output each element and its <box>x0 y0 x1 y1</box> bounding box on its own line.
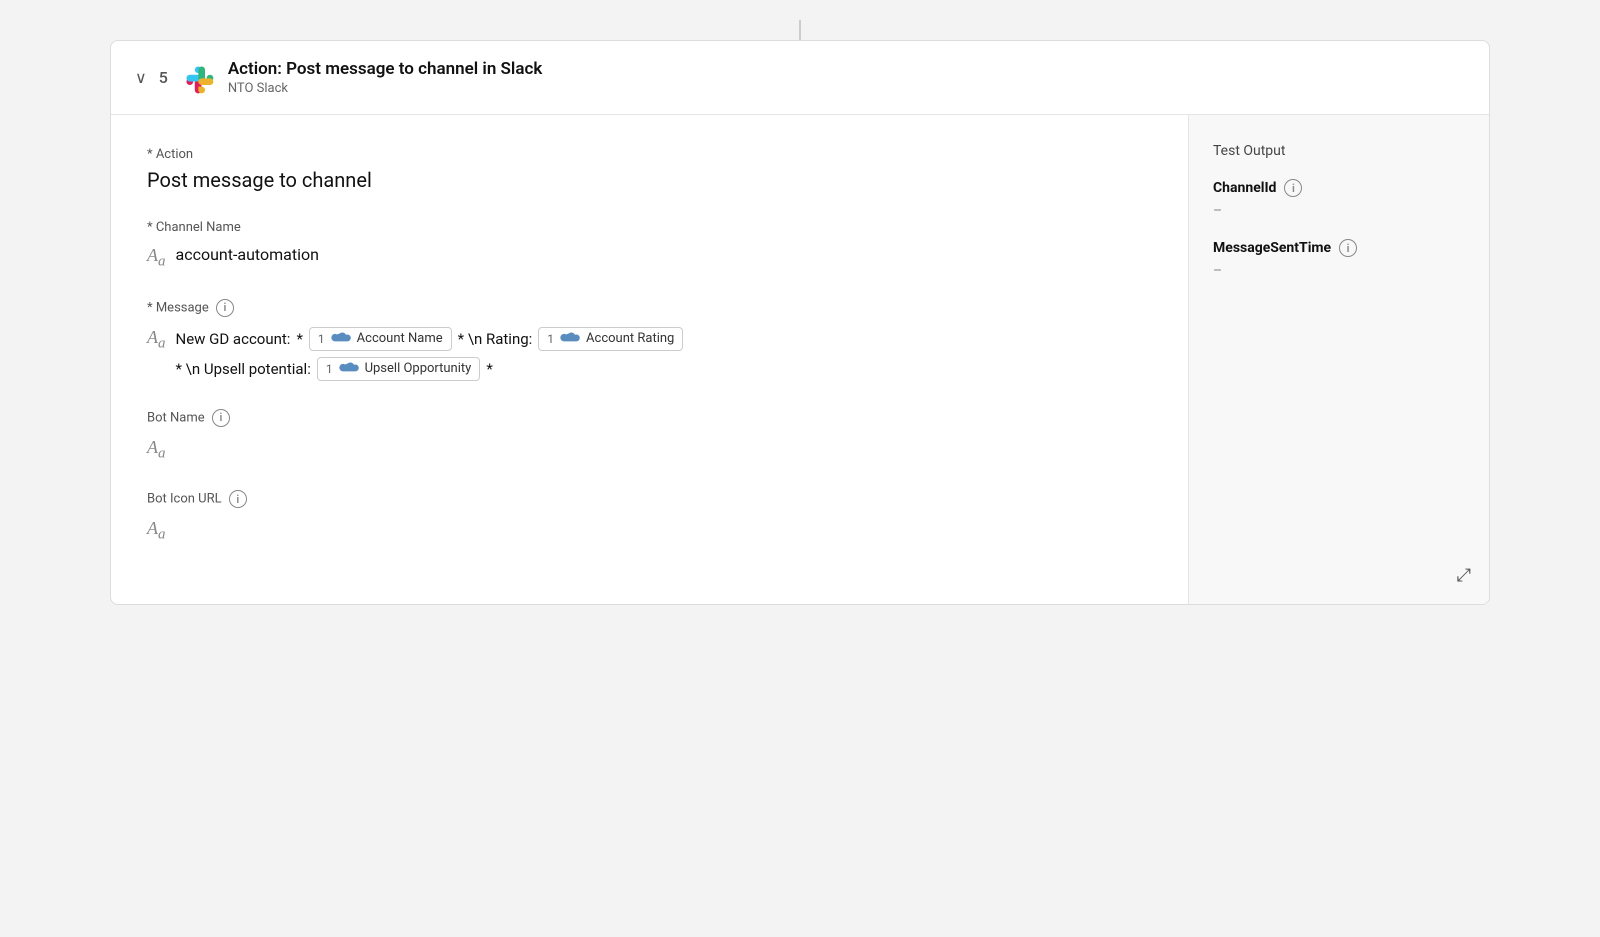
bot-icon-url-info-icon[interactable]: i <box>229 490 247 508</box>
message-label: * Message i <box>147 299 1152 317</box>
action-card: ∨ 5 Action: Post message to channel in S… <box>110 40 1490 605</box>
message-row-1: New GD account: * 1 Account Name <box>176 327 684 351</box>
token3-number: 1 <box>326 362 333 376</box>
salesforce-cloud-icon-1 <box>330 331 352 347</box>
salesforce-cloud-icon-3 <box>338 361 360 377</box>
channel-name-field: * Channel Name Aa account-automation <box>147 220 1152 271</box>
bot-icon-url-input-row: Aa <box>147 514 1152 544</box>
token2-number: 1 <box>547 332 554 346</box>
messagesenttime-value: – <box>1213 263 1465 279</box>
channelid-label: ChannelId i <box>1213 179 1465 197</box>
test-output-title: Test Output <box>1213 143 1465 159</box>
action-title: Action: Post message to channel in Slack <box>228 59 543 79</box>
bot-name-input-row: Aa <box>147 433 1152 463</box>
upsell-opportunity-token[interactable]: 1 Upsell Opportunity <box>317 357 480 381</box>
expand-icon[interactable]: ⤢ <box>1457 565 1471 586</box>
message-asterisk-1: * <box>296 330 302 348</box>
channel-name-value[interactable]: account-automation <box>176 245 319 264</box>
messagesenttime-label: MessageSentTime i <box>1213 239 1465 257</box>
message-info-icon[interactable]: i <box>216 299 234 317</box>
second-row-suffix: * <box>486 360 492 378</box>
channelid-info-icon[interactable]: i <box>1284 179 1302 197</box>
token1-label: Account Name <box>357 331 443 346</box>
messagesenttime-info-icon[interactable]: i <box>1339 239 1357 257</box>
bot-icon-url-aa-icon: Aa <box>147 518 166 544</box>
channelid-value: – <box>1213 203 1465 219</box>
slack-logo-icon <box>180 60 216 96</box>
bot-name-label: Bot Name i <box>147 409 1152 427</box>
token3-label: Upsell Opportunity <box>365 361 472 376</box>
collapse-chevron[interactable]: ∨ <box>135 68 147 87</box>
messagesenttime-field: MessageSentTime i – <box>1213 239 1465 279</box>
message-row-2: * \n Upsell potential: 1 Upsell Opportun… <box>176 357 684 381</box>
account-name-token[interactable]: 1 Account Name <box>309 327 452 351</box>
token2-label: Account Rating <box>586 331 674 346</box>
action-type-field: * Action Post message to channel <box>147 147 1152 192</box>
header-text: Action: Post message to channel in Slack… <box>228 59 543 96</box>
channel-name-aa-icon: Aa <box>147 245 166 271</box>
bot-name-field: Bot Name i Aa <box>147 409 1152 463</box>
action-subtitle: NTO Slack <box>228 81 543 96</box>
salesforce-cloud-icon-2 <box>559 331 581 347</box>
bot-name-info-icon[interactable]: i <box>212 409 230 427</box>
message-field: * Message i Aa New GD account: * <box>147 299 1152 381</box>
form-area: * Action Post message to channel * Chann… <box>111 115 1189 604</box>
message-input-row: Aa New GD account: * 1 <box>147 323 1152 381</box>
bot-icon-url-label: Bot Icon URL i <box>147 490 1152 508</box>
token1-number: 1 <box>318 332 325 346</box>
bot-icon-url-field: Bot Icon URL i Aa <box>147 490 1152 544</box>
action-label: * Action <box>147 147 1152 162</box>
step-number: 5 <box>159 68 168 87</box>
message-middle-text: * \n Rating: <box>458 330 533 348</box>
card-body: * Action Post message to channel * Chann… <box>111 115 1489 604</box>
channel-name-label: * Channel Name <box>147 220 1152 235</box>
channelid-field: ChannelId i – <box>1213 179 1465 219</box>
bot-name-aa-icon: Aa <box>147 437 166 463</box>
second-row-prefix: * \n Upsell potential: <box>176 360 311 378</box>
message-prefix-text: New GD account: <box>176 330 291 348</box>
action-type-value: Post message to channel <box>147 168 1152 192</box>
account-rating-token[interactable]: 1 Account Rating <box>538 327 683 351</box>
message-aa-icon: Aa <box>147 327 166 353</box>
channel-name-input-row: Aa account-automation <box>147 241 1152 271</box>
card-header: ∨ 5 Action: Post message to channel in S… <box>111 41 1489 115</box>
test-output-panel: Test Output ChannelId i – MessageSentTim… <box>1189 115 1489 604</box>
